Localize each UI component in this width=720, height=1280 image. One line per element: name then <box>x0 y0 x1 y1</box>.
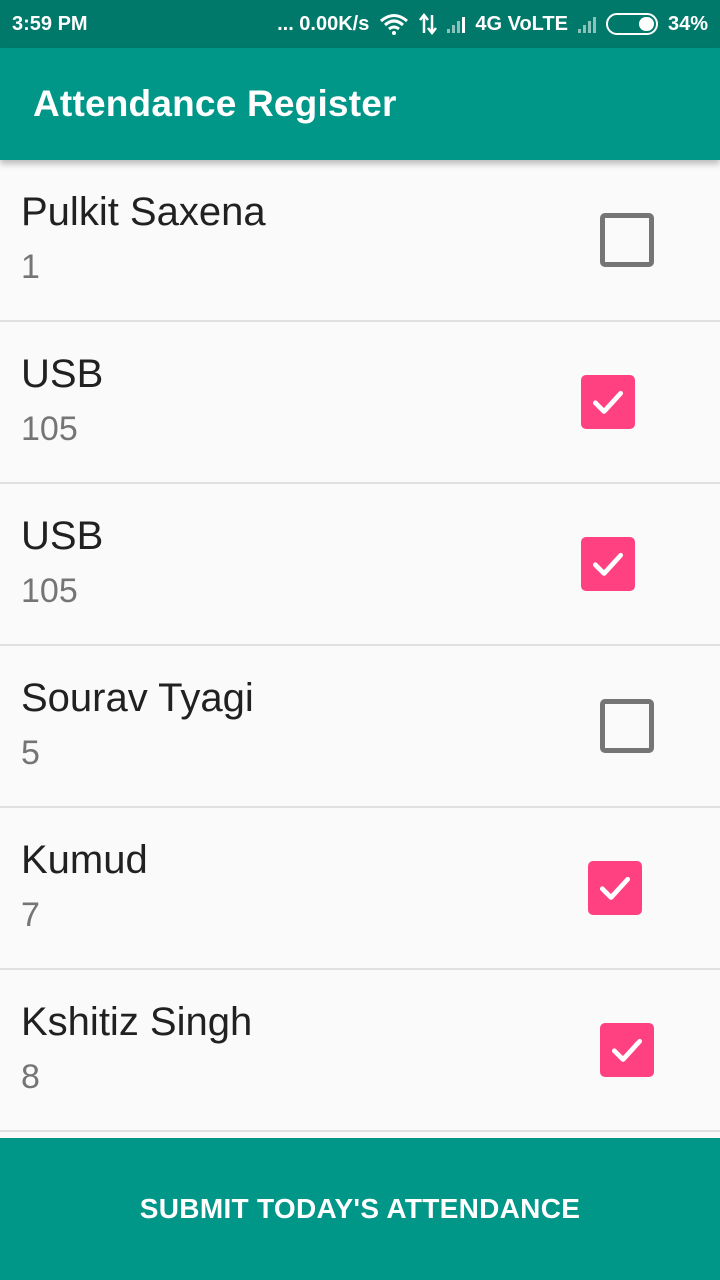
app-bar: Attendance Register <box>0 48 720 160</box>
attendance-checkbox[interactable] <box>581 537 635 591</box>
network-speed: ... 0.00K/s <box>277 12 370 35</box>
list-item[interactable]: Sourav Tyagi 5 <box>0 646 720 808</box>
student-name: USB <box>21 352 104 396</box>
network-type: 4G VoLTE <box>475 12 568 35</box>
attendance-checkbox[interactable] <box>600 1023 654 1077</box>
student-name: USB <box>21 514 104 558</box>
attendance-checkbox[interactable] <box>600 699 654 753</box>
battery-level: 34% <box>667 12 708 35</box>
list-item[interactable]: Pulkit Saxena 1 <box>0 160 720 322</box>
student-list[interactable]: Pulkit Saxena 1 USB 105 USB 105 Sourav T… <box>0 160 720 1138</box>
student-roll: 7 <box>21 896 40 934</box>
student-roll: 1 <box>21 248 40 286</box>
student-name: Sourav Tyagi <box>21 676 254 720</box>
battery-icon <box>605 13 658 35</box>
check-icon <box>611 1038 643 1062</box>
status-time: 3:59 PM <box>12 12 88 35</box>
student-roll: 105 <box>21 410 78 448</box>
signal-no-sim-icon <box>577 15 596 33</box>
list-item[interactable]: Kshitiz Singh 8 <box>0 970 720 1132</box>
student-name: Kshitiz Singh <box>21 1000 253 1044</box>
wifi-icon <box>379 13 409 35</box>
list-item[interactable]: USB 105 <box>0 484 720 646</box>
check-icon <box>592 390 624 414</box>
student-roll: 5 <box>21 734 40 772</box>
status-bar: 3:59 PM ... 0.00K/s 4G VoLTE 34% <box>0 0 720 48</box>
check-icon <box>599 876 631 900</box>
status-icons: ... 0.00K/s 4G VoLTE 34% <box>277 13 708 36</box>
submit-attendance-button[interactable]: SUBMIT TODAY'S ATTENDANCE <box>0 1138 720 1280</box>
attendance-checkbox[interactable] <box>600 213 654 267</box>
list-item[interactable]: USB 105 <box>0 322 720 484</box>
signal-icon <box>447 15 466 33</box>
attendance-checkbox[interactable] <box>581 375 635 429</box>
data-arrows-icon <box>419 13 438 35</box>
student-roll: 8 <box>21 1058 40 1096</box>
student-name: Kumud <box>21 838 148 882</box>
page-title: Attendance Register <box>33 83 397 124</box>
student-name: Pulkit Saxena <box>21 190 266 234</box>
check-icon <box>592 552 624 576</box>
list-item[interactable]: Kumud 7 <box>0 808 720 970</box>
student-roll: 105 <box>21 572 78 610</box>
attendance-checkbox[interactable] <box>588 861 642 915</box>
